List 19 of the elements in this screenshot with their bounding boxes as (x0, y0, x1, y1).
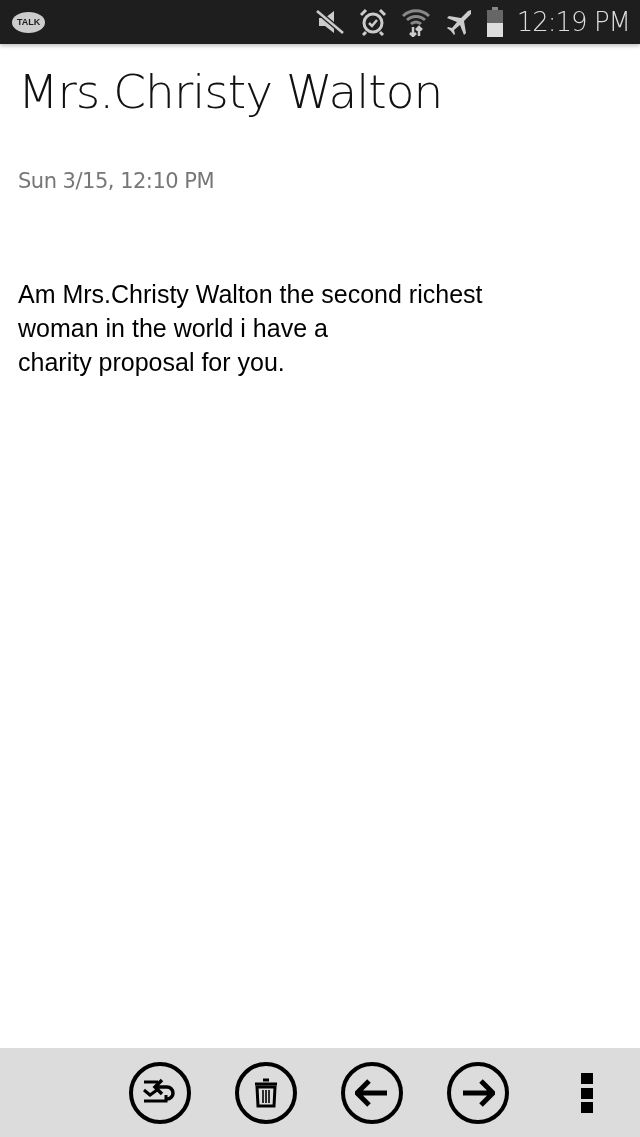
more-icon (581, 1072, 593, 1113)
sender-name: Mrs.Christy Walton (18, 64, 444, 119)
wifi-icon (400, 7, 431, 37)
clock: 12:19 PM (516, 7, 630, 37)
trash-icon (254, 1077, 278, 1108)
arrow-left-icon (355, 1078, 389, 1107)
battery-icon (486, 7, 503, 37)
message-line: woman in the world i have a (18, 313, 329, 344)
alarm-icon (358, 8, 387, 36)
delete-button[interactable] (235, 1061, 297, 1124)
message-date: Sun 3/15, 12:10 PM (18, 169, 216, 193)
next-button[interactable] (447, 1061, 509, 1124)
reply-button[interactable] (129, 1061, 191, 1124)
mute-icon (314, 9, 345, 35)
chat-bubble-icon: TALK (12, 11, 46, 33)
message-line: charity proposal for you. (18, 347, 286, 378)
arrow-right-icon (461, 1078, 495, 1107)
message-line: Am Mrs.Christy Walton the second richest (18, 279, 484, 310)
previous-button[interactable] (341, 1061, 403, 1124)
